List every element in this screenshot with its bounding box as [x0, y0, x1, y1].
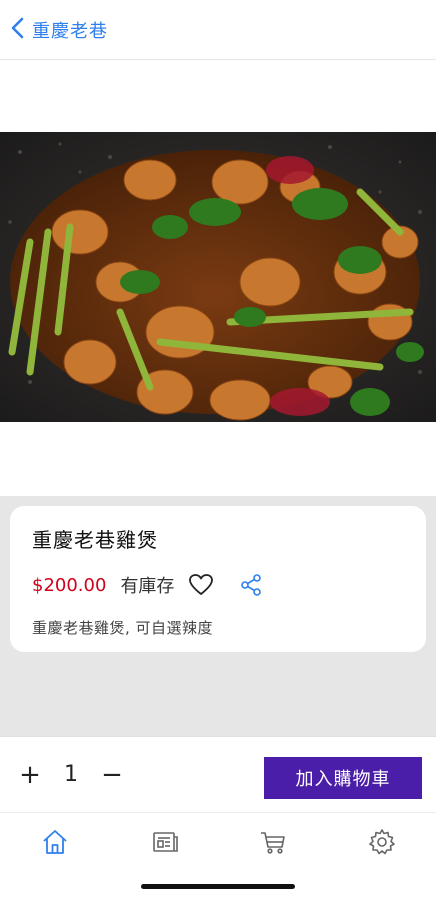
product-meta-row: $200.00 有庫存: [32, 571, 404, 599]
gear-icon[interactable]: [367, 827, 397, 857]
navigation-bar: 重慶老巷: [0, 0, 436, 60]
product-photo: [0, 132, 436, 422]
home-indicator: [141, 884, 295, 889]
increase-quantity-button[interactable]: +: [18, 762, 42, 788]
add-to-cart-bar: + 1 − 加入購物車: [0, 736, 436, 812]
add-to-cart-button[interactable]: 加入購物車: [264, 757, 422, 799]
back-label: 重慶老巷: [32, 20, 108, 42]
product-detail-section: 重慶老巷雞煲 $200.00 有庫存 重慶老巷雞煲, 可自選辣度: [0, 496, 436, 736]
share-icon[interactable]: [236, 570, 266, 600]
product-info-card: 重慶老巷雞煲 $200.00 有庫存 重慶老巷雞煲, 可自選辣度: [10, 506, 426, 652]
decrease-quantity-button[interactable]: −: [100, 762, 124, 788]
product-image-area: [0, 60, 436, 496]
back-button[interactable]: 重慶老巷: [10, 17, 108, 43]
product-description: 重慶老巷雞煲, 可自選辣度: [32, 619, 214, 637]
product-price: $200.00: [32, 574, 107, 596]
news-icon[interactable]: [150, 827, 180, 857]
chevron-left-icon: [10, 17, 26, 43]
product-name: 重慶老巷雞煲: [32, 528, 158, 552]
heart-icon[interactable]: [186, 570, 216, 600]
home-icon[interactable]: [40, 827, 70, 857]
stock-status: 有庫存: [120, 576, 175, 597]
cart-icon[interactable]: [258, 827, 288, 857]
quantity-value: 1: [64, 762, 78, 787]
